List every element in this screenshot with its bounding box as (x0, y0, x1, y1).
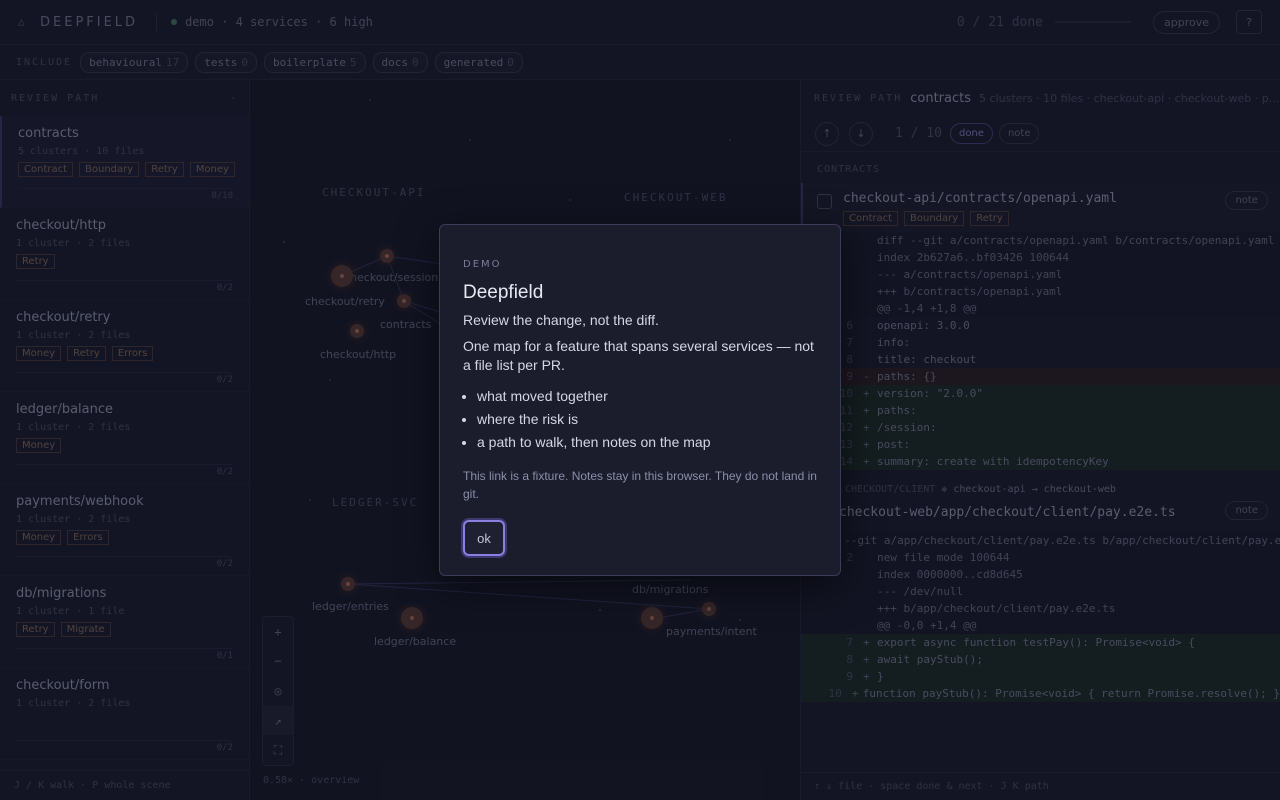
dialog-bullet: where the risk is (477, 411, 817, 434)
dialog-bullet: a path to walk, then notes on the map (477, 434, 817, 457)
dialog-bullet: what moved together (477, 388, 817, 411)
demo-dialog: DEMO Deepfield Review the change, not th… (439, 224, 841, 576)
dialog-lead: Review the change, not the diff. (463, 312, 659, 328)
dialog-title: Deepfield (463, 282, 544, 303)
dialog-note: This link is a fixture. Notes stay in th… (463, 469, 817, 501)
app-root: △ DEEPFIELD demo · 4 services · 6 high 0… (0, 0, 1280, 800)
dialog-description: One map for a feature that spans several… (463, 338, 814, 373)
ok-button[interactable]: ok (463, 520, 505, 556)
dialog-bullet-list: what moved together where the risk is a … (463, 388, 817, 457)
dialog-eyebrow: DEMO (463, 259, 502, 270)
